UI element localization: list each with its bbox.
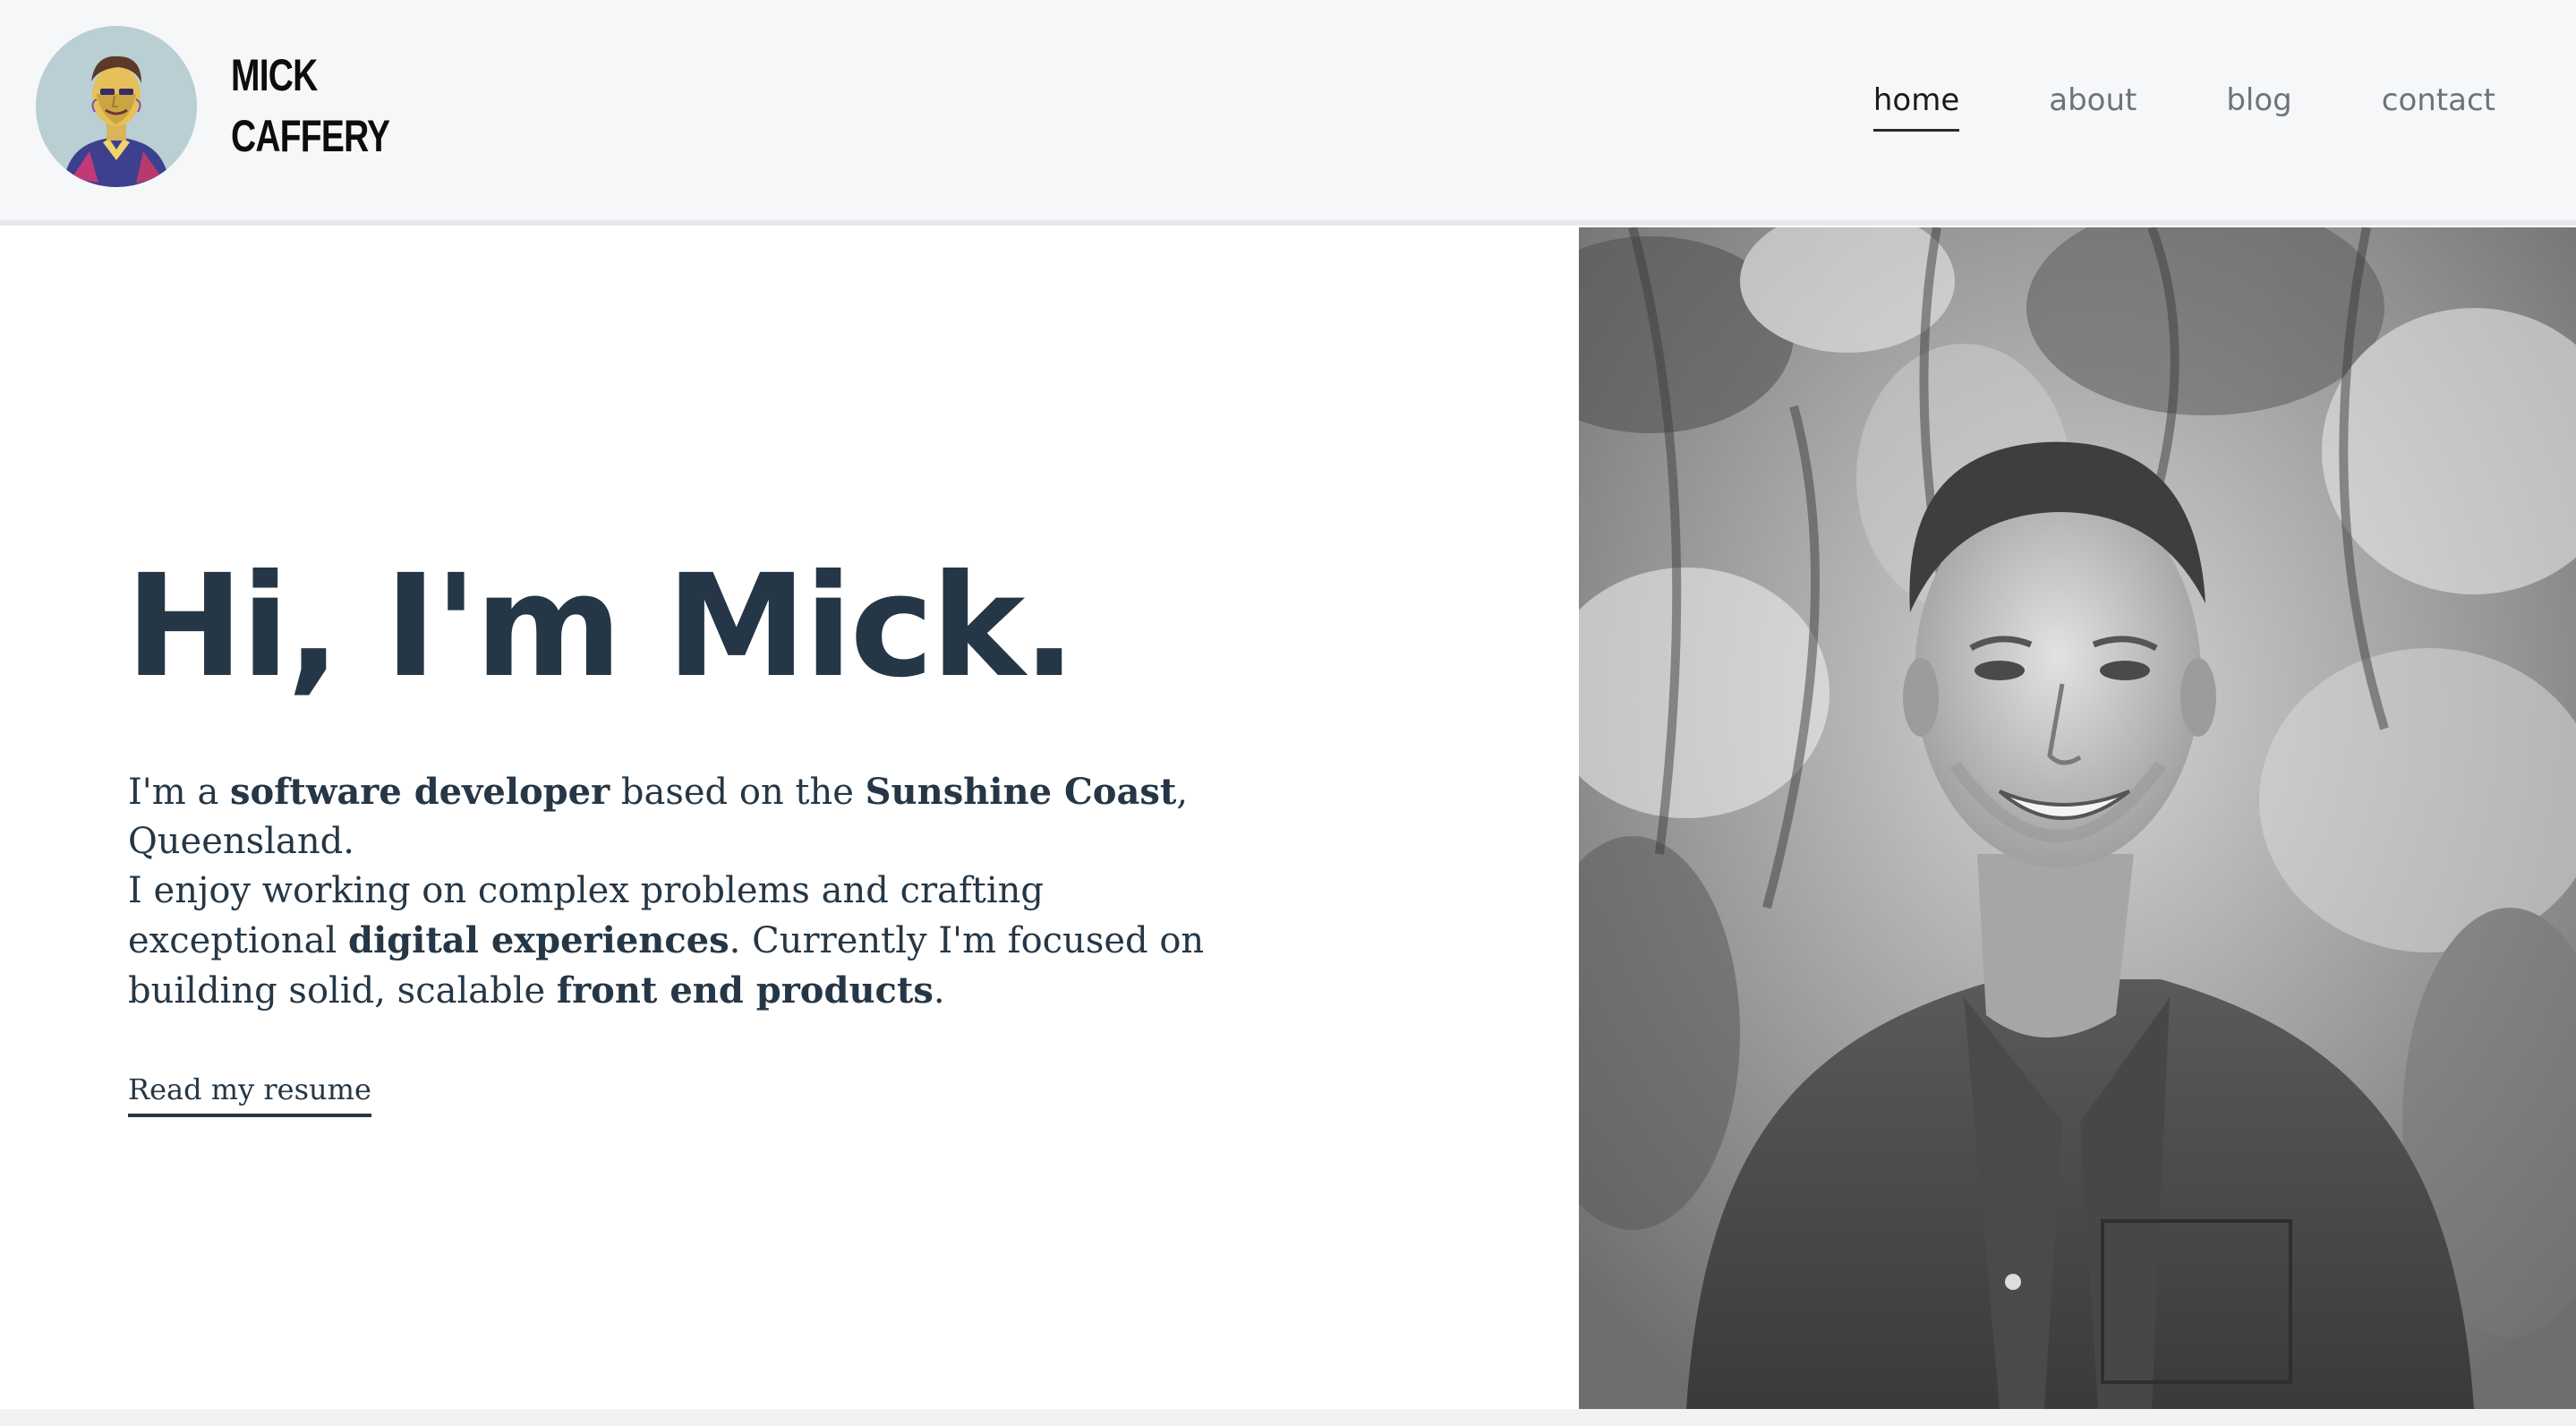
nav-contact[interactable]: contact [2382,75,2495,132]
site-name[interactable]: MICK CAFFERY [231,45,390,167]
bio-highlight-location: Sunshine Coast [865,771,1177,813]
bio-text: building solid, scalable [128,970,557,1012]
nav-blog[interactable]: blog [2226,75,2291,132]
bio-highlight-products: front end products [556,969,934,1012]
bio-text: . [933,970,945,1012]
bio-text: based on the [610,772,866,813]
avatar[interactable] [36,26,197,187]
resume-link[interactable]: Read my resume [128,1067,371,1117]
hero-heading: Hi, I'm Mick. [125,544,1076,709]
bio-line: Queensland. [128,821,354,862]
site-name-line1: MICK [231,50,318,100]
avatar-illustration [36,26,197,187]
bio-line: exceptional digital experiences. Current… [128,916,1205,966]
site-name-line2: CAFFERY [231,111,390,161]
main-nav: home about blog contact [1872,75,2495,132]
nav-about[interactable]: about [2049,75,2137,132]
page-bottom-edge [0,1409,2576,1426]
bio-line: I enjoy working on complex problems and … [128,870,1045,911]
portrait-illustration [1579,227,2576,1409]
bio-highlight-experiences: digital experiences [347,919,729,961]
bio-text: , [1176,772,1189,813]
bio-text: I'm a [128,772,231,813]
hero-bio: I'm a software developer based on the Su… [128,767,1205,1016]
portrait-photo [1579,227,2576,1409]
bio-highlight-role: software developer [230,771,610,813]
site-header: MICK CAFFERY home about blog contact [0,0,2576,226]
bio-text: . Currently I'm focused on [729,920,1205,961]
bio-line: I'm a software developer based on the Su… [128,767,1202,817]
bio-line: building solid, scalable front end produ… [128,966,1202,1016]
nav-home[interactable]: home [1872,75,1960,132]
bio-text: exceptional [128,920,348,961]
